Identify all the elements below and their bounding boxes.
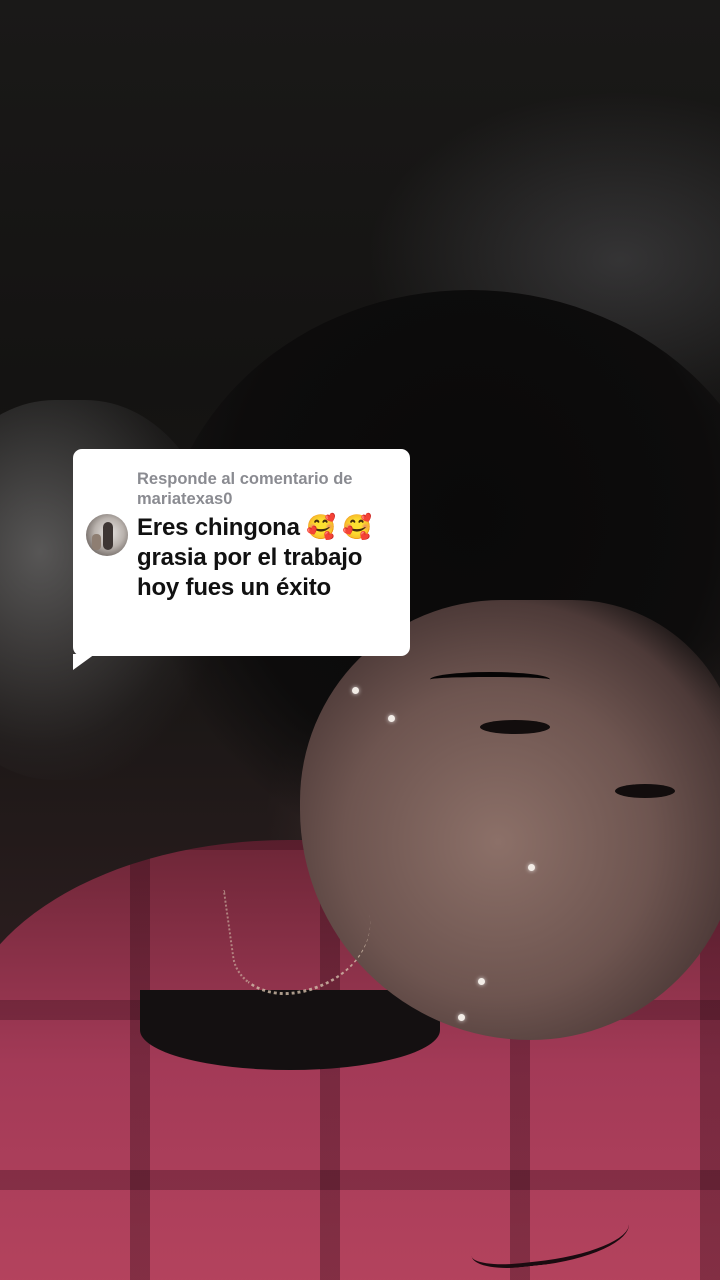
comment-text: Eres chingona 🥰 🥰 grasia por el trabajo … [137, 514, 373, 601]
left-eyelashes [430, 672, 550, 687]
nose-piercing [528, 864, 535, 871]
reply-header: Responde al comentario de mariatexas0 [137, 469, 397, 509]
avatar-figure-small [92, 534, 101, 550]
commenter-username[interactable]: mariatexas0 [137, 489, 397, 509]
shirt-collar [140, 990, 440, 1070]
eyebrow-piercing-bottom [388, 715, 395, 722]
comment-reply-sticker[interactable]: Responde al comentario de mariatexas0 Er… [73, 449, 410, 656]
left-eye [480, 720, 550, 734]
lip-piercing [478, 978, 485, 985]
sticker-tail [73, 654, 95, 670]
reply-header-label: Responde al comentario de [137, 470, 353, 488]
avatar-figure [103, 522, 113, 550]
commenter-avatar[interactable] [86, 514, 128, 556]
chin-piercing [458, 1014, 465, 1021]
right-eye [615, 784, 675, 798]
eyebrow-piercing-top [352, 687, 359, 694]
video-frame: Responde al comentario de mariatexas0 Er… [0, 0, 720, 1280]
